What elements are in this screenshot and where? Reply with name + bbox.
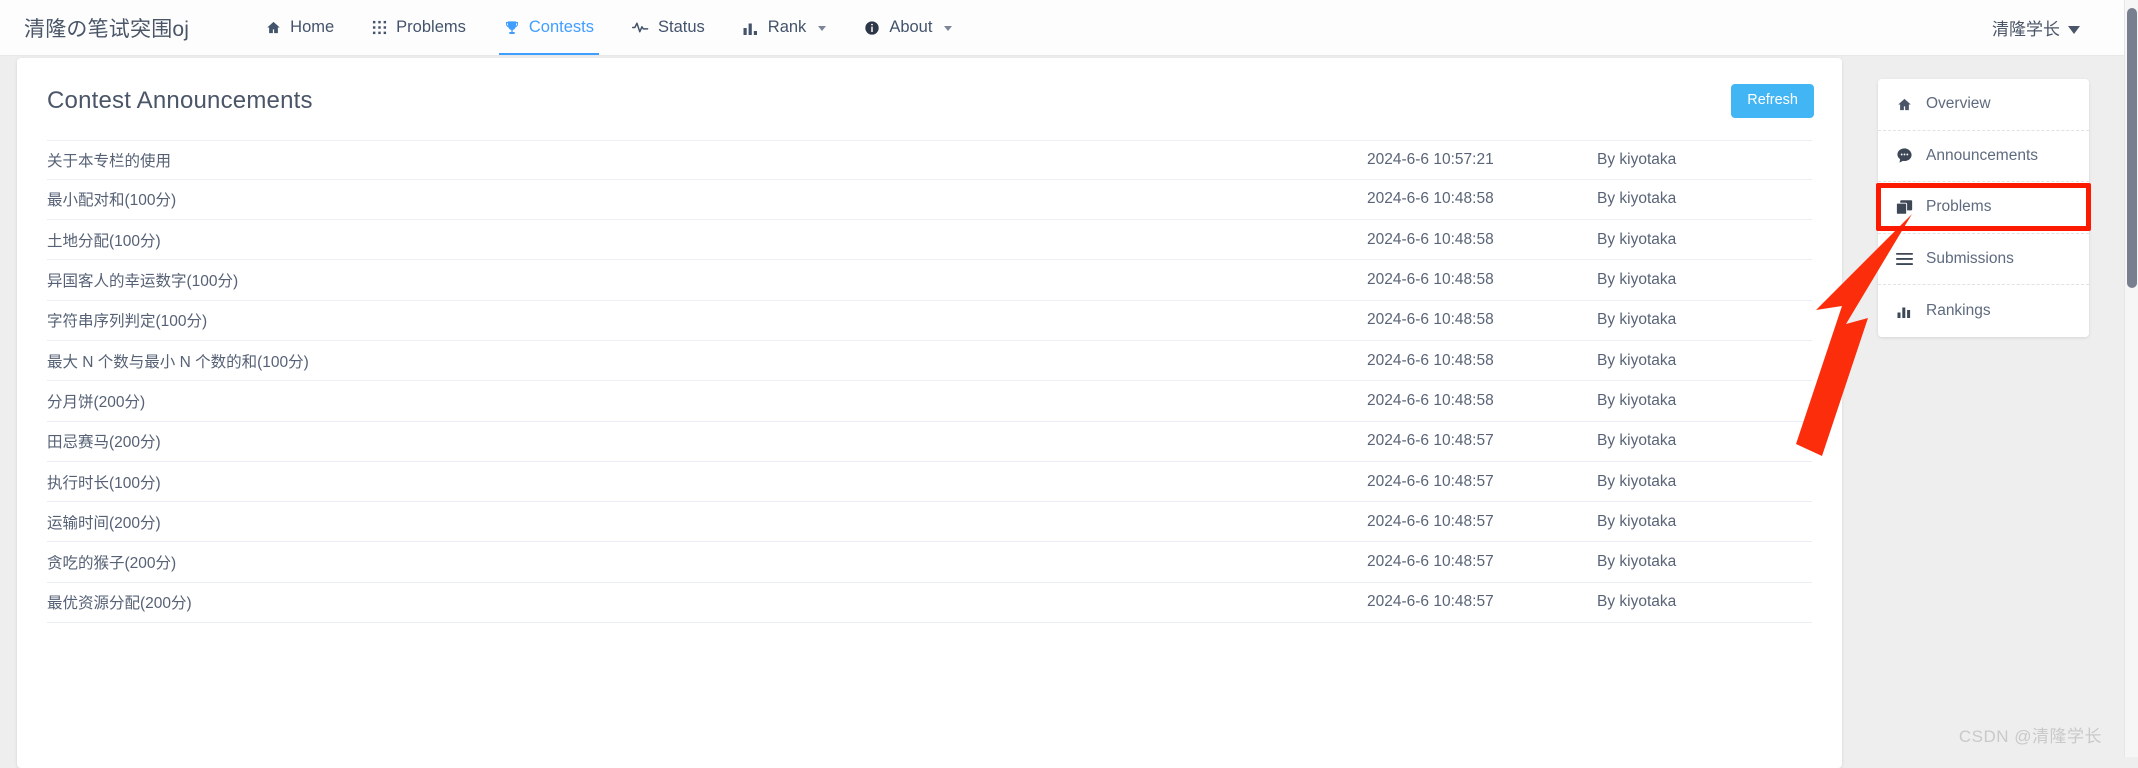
list-icon <box>1896 252 1913 266</box>
nav-item-label: Home <box>290 18 334 37</box>
announcement-time: 2024-6-6 10:48:58 <box>1367 311 1597 329</box>
announcement-author: By kiyotaka <box>1597 271 1812 289</box>
announcements-card: Contest Announcements Refresh 关于本专栏的使用20… <box>17 58 1842 768</box>
table-row[interactable]: 最优资源分配(200分)2024-6-6 10:48:57By kiyotaka <box>47 583 1812 623</box>
announcement-title[interactable]: 运输时间(200分) <box>47 511 1367 533</box>
announcement-time: 2024-6-6 10:48:58 <box>1367 190 1597 208</box>
announcement-time: 2024-6-6 10:48:57 <box>1367 513 1597 531</box>
announcement-title[interactable]: 关于本专栏的使用 <box>47 149 1367 171</box>
announcements-table: 关于本专栏的使用2024-6-6 10:57:21By kiyotaka最小配对… <box>17 140 1842 624</box>
site-brand[interactable]: 清隆の笔试突围oj <box>24 13 189 43</box>
user-menu-label: 清隆学长 <box>1992 15 2060 40</box>
announcement-time: 2024-6-6 10:48:58 <box>1367 271 1597 289</box>
announcement-time: 2024-6-6 10:57:21 <box>1367 151 1597 169</box>
table-row[interactable]: 田忌赛马(200分)2024-6-6 10:48:57By kiyotaka <box>47 422 1812 462</box>
sidebar-item-label: Submissions <box>1926 250 2014 268</box>
announcement-author: By kiyotaka <box>1597 231 1812 249</box>
vertical-scrollbar[interactable] <box>2124 0 2138 757</box>
sidebar-item-problems[interactable]: Problems <box>1878 182 2089 234</box>
announcement-author: By kiyotaka <box>1597 352 1812 370</box>
nav-item-label: About <box>889 18 932 37</box>
announcement-time: 2024-6-6 10:48:58 <box>1367 231 1597 249</box>
nav-item-home[interactable]: Home <box>247 0 353 55</box>
bar-chart-icon <box>1896 304 1913 318</box>
table-row[interactable]: 最大 N 个数与最小 N 个数的和(100分)2024-6-6 10:48:58… <box>47 341 1812 381</box>
bar-chart-icon <box>743 21 759 35</box>
table-row[interactable]: 异国客人的幸运数字(100分)2024-6-6 10:48:58By kiyot… <box>47 260 1812 300</box>
sidebar-item-label: Rankings <box>1926 302 1991 320</box>
sidebar-item-label: Announcements <box>1926 147 2038 165</box>
table-row[interactable]: 关于本专栏的使用2024-6-6 10:57:21By kiyotaka <box>47 140 1812 180</box>
announcement-title[interactable]: 土地分配(100分) <box>47 229 1367 251</box>
announcement-time: 2024-6-6 10:48:58 <box>1367 392 1597 410</box>
sidebar-item-label: Overview <box>1926 95 1991 113</box>
nav-item-status[interactable]: Status <box>613 0 724 55</box>
announcement-author: By kiyotaka <box>1597 311 1812 329</box>
nav-item-problems[interactable]: Problems <box>353 0 485 55</box>
sidebar-item-announcements[interactable]: Announcements <box>1878 131 2089 183</box>
copy-icon <box>1896 199 1913 215</box>
chat-bubble-icon <box>1896 147 1913 164</box>
page-title: Contest Announcements <box>47 87 313 115</box>
sidebar-item-overview[interactable]: Overview <box>1878 79 2089 131</box>
announcement-author: By kiyotaka <box>1597 151 1812 169</box>
watermark: CSDN @清隆学长 <box>1959 722 2102 747</box>
announcement-title[interactable]: 执行时长(100分) <box>47 471 1367 493</box>
nav-item-label: Problems <box>396 18 466 37</box>
announcement-time: 2024-6-6 10:48:57 <box>1367 473 1597 491</box>
chevron-down-icon <box>818 26 826 31</box>
announcement-title[interactable]: 最小配对和(100分) <box>47 188 1367 210</box>
nav-item-label: Contests <box>529 18 594 37</box>
nav-item-label: Rank <box>768 18 807 37</box>
announcement-author: By kiyotaka <box>1597 593 1812 611</box>
user-menu[interactable]: 清隆学长 <box>1992 15 2080 40</box>
sidebar-item-label: Problems <box>1926 198 1991 216</box>
announcement-title[interactable]: 贪吃的猴子(200分) <box>47 551 1367 573</box>
announcement-author: By kiyotaka <box>1597 392 1812 410</box>
chevron-down-icon <box>944 26 952 31</box>
announcement-title[interactable]: 田忌赛马(200分) <box>47 430 1367 452</box>
table-row[interactable]: 执行时长(100分)2024-6-6 10:48:57By kiyotaka <box>47 462 1812 502</box>
announcement-author: By kiyotaka <box>1597 432 1812 450</box>
announcement-author: By kiyotaka <box>1597 190 1812 208</box>
caret-down-icon <box>2068 26 2080 34</box>
table-row[interactable]: 最小配对和(100分)2024-6-6 10:48:58By kiyotaka <box>47 180 1812 220</box>
nav-item-rank[interactable]: Rank <box>724 0 846 55</box>
nav-item-about[interactable]: About <box>845 0 971 55</box>
refresh-button[interactable]: Refresh <box>1731 84 1814 118</box>
nav-item-label: Status <box>658 18 705 37</box>
table-row[interactable]: 分月饼(200分)2024-6-6 10:48:58By kiyotaka <box>47 381 1812 421</box>
announcement-author: By kiyotaka <box>1597 513 1812 531</box>
vertical-scrollbar-thumb[interactable] <box>2127 8 2137 288</box>
table-row[interactable]: 贪吃的猴子(200分)2024-6-6 10:48:57By kiyotaka <box>47 542 1812 582</box>
page-body: Contest Announcements Refresh 关于本专栏的使用20… <box>0 56 2124 757</box>
trophy-icon <box>504 20 520 36</box>
grid-icon <box>372 20 387 35</box>
home-icon <box>1896 97 1913 112</box>
announcement-time: 2024-6-6 10:48:57 <box>1367 553 1597 571</box>
table-row[interactable]: 土地分配(100分)2024-6-6 10:48:58By kiyotaka <box>47 220 1812 260</box>
announcement-author: By kiyotaka <box>1597 553 1812 571</box>
info-icon <box>864 20 880 36</box>
home-icon <box>266 20 281 35</box>
sidebar-item-submissions[interactable]: Submissions <box>1878 234 2089 286</box>
announcement-time: 2024-6-6 10:48:58 <box>1367 352 1597 370</box>
announcement-time: 2024-6-6 10:48:57 <box>1367 432 1597 450</box>
nav-item-contests[interactable]: Contests <box>485 0 613 55</box>
announcement-title[interactable]: 字符串序列判定(100分) <box>47 309 1367 331</box>
contest-sidebar: Overview Announcements Problems Submissions… <box>1878 79 2089 337</box>
announcement-author: By kiyotaka <box>1597 473 1812 491</box>
sidebar-item-rankings[interactable]: Rankings <box>1878 285 2089 337</box>
announcement-title[interactable]: 分月饼(200分) <box>47 390 1367 412</box>
primary-nav: Home Problems Contests <box>247 0 971 55</box>
announcement-title[interactable]: 最大 N 个数与最小 N 个数的和(100分) <box>47 350 1367 372</box>
top-navbar: 清隆の笔试突围oj Home Problems <box>0 0 2124 56</box>
announcement-title[interactable]: 异国客人的幸运数字(100分) <box>47 269 1367 291</box>
announcement-title[interactable]: 最优资源分配(200分) <box>47 591 1367 613</box>
pulse-icon <box>632 20 649 35</box>
table-row[interactable]: 字符串序列判定(100分)2024-6-6 10:48:58By kiyotak… <box>47 301 1812 341</box>
announcement-time: 2024-6-6 10:48:57 <box>1367 593 1597 611</box>
card-header: Contest Announcements Refresh <box>17 58 1842 140</box>
table-row[interactable]: 运输时间(200分)2024-6-6 10:48:57By kiyotaka <box>47 502 1812 542</box>
